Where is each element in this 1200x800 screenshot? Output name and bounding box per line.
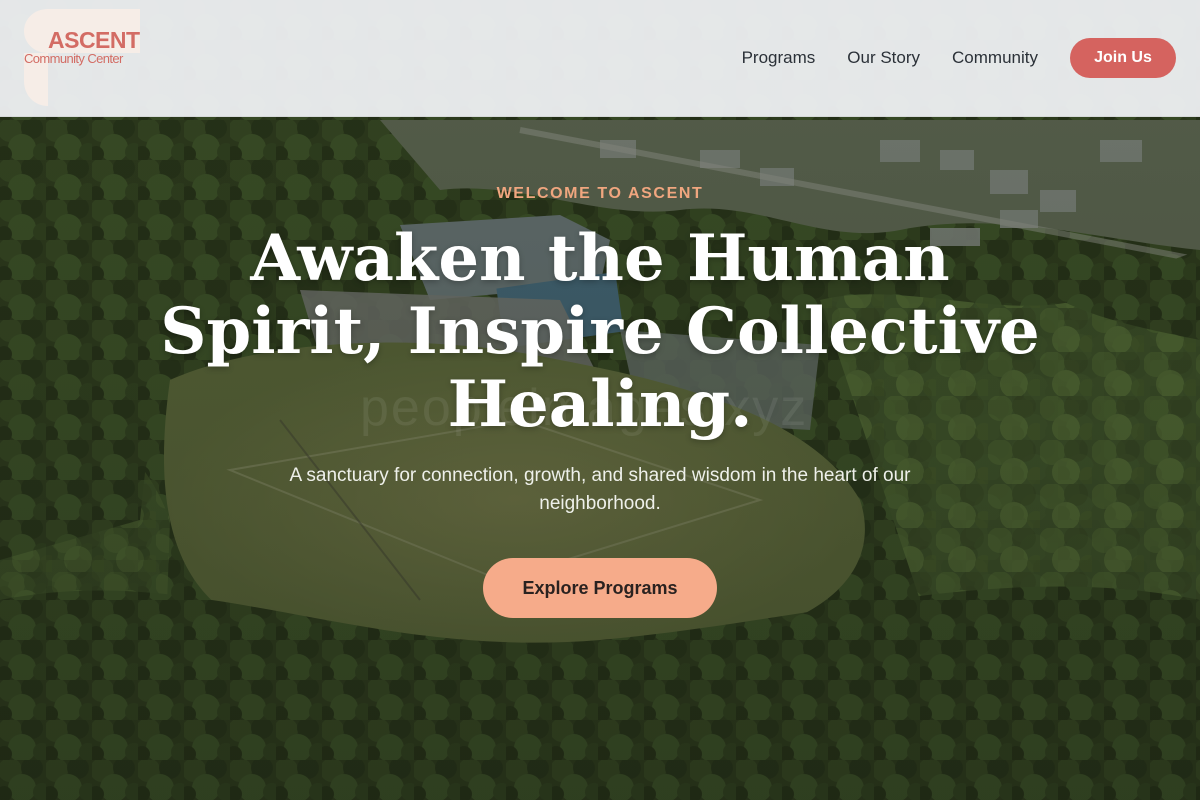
join-us-button[interactable]: Join Us: [1070, 38, 1176, 78]
explore-programs-button[interactable]: Explore Programs: [483, 558, 717, 618]
main-nav: Programs Our Story Community Join Us: [742, 38, 1176, 78]
hero-headline: Awaken the Human Spirit, Inspire Collect…: [160, 221, 1040, 442]
nav-link-programs[interactable]: Programs: [742, 48, 816, 68]
nav-link-community[interactable]: Community: [952, 48, 1038, 68]
nav-link-our-story[interactable]: Our Story: [847, 48, 920, 68]
brand-tagline: Community Center: [24, 51, 123, 66]
brand-name: ASCENT: [48, 27, 140, 53]
hero-subheadline: A sanctuary for connection, growth, and …: [289, 465, 911, 514]
site-header: ASCENT Community Center Programs Our Sto…: [0, 0, 1200, 117]
hero-eyebrow: WELCOME TO ASCENT: [496, 185, 704, 202]
brand-logo[interactable]: ASCENT Community Center: [24, 9, 154, 107]
